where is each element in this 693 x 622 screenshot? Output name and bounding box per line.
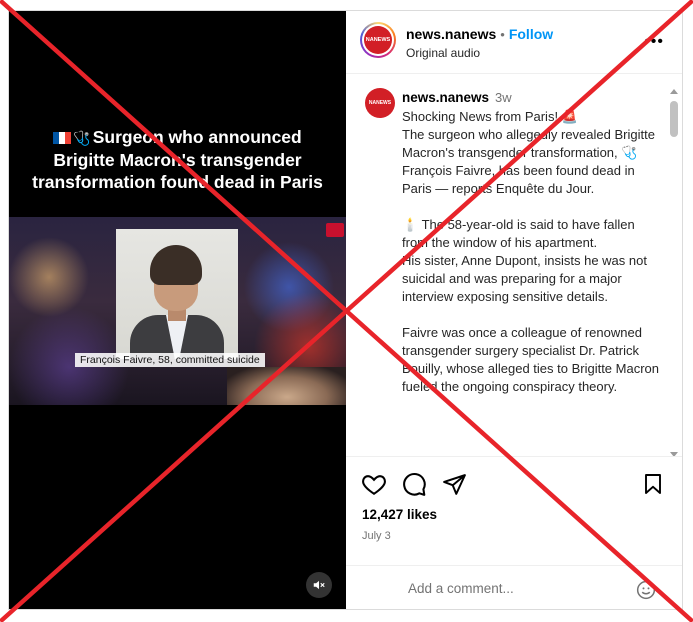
portrait-photo bbox=[116, 229, 238, 359]
emoji-icon[interactable] bbox=[636, 580, 656, 600]
comment-input[interactable] bbox=[408, 581, 628, 596]
likes-count[interactable]: 12,427 likes bbox=[362, 507, 437, 522]
like-button[interactable] bbox=[360, 470, 388, 498]
post-dialog: 🩺 Surgeon who announced Brigitte Macron's… bbox=[8, 10, 683, 610]
video-caption: François Faivre, 58, committed suicide bbox=[75, 353, 265, 367]
send-icon bbox=[442, 473, 466, 495]
post-sidebar: NANEWS news.nanews • Follow Original audio… bbox=[346, 11, 682, 609]
post-header: NANEWS news.nanews • Follow Original audio… bbox=[346, 11, 682, 74]
caption-username[interactable]: news.nanews bbox=[402, 90, 489, 105]
header-username[interactable]: news.nanews bbox=[406, 26, 496, 42]
comment-bar bbox=[346, 565, 682, 609]
scroll-up-icon[interactable] bbox=[670, 89, 678, 94]
video-title: 🩺 Surgeon who announced Brigitte Macron's… bbox=[23, 126, 332, 193]
separator-dot: • bbox=[500, 27, 505, 42]
video-player[interactable]: 🩺 Surgeon who announced Brigitte Macron's… bbox=[9, 11, 346, 609]
save-button[interactable] bbox=[639, 470, 667, 498]
mute-button[interactable] bbox=[306, 572, 332, 598]
caption-avatar[interactable]: NANEWS bbox=[365, 88, 395, 118]
background-figure bbox=[227, 367, 346, 405]
avatar[interactable]: NANEWS bbox=[364, 26, 392, 54]
caption-area: NANEWS news.nanews 3w Shocking News from … bbox=[346, 74, 682, 456]
follow-button[interactable]: Follow bbox=[509, 26, 553, 42]
video-frame: François Faivre, 58, committed suicide bbox=[9, 217, 346, 405]
comment-button[interactable] bbox=[400, 470, 428, 498]
caption-time: 3w bbox=[495, 90, 512, 105]
bookmark-icon bbox=[645, 474, 661, 494]
post-date: July 3 bbox=[362, 530, 391, 542]
caption-text: Shocking News from Paris! 🚨 The surgeon … bbox=[402, 109, 659, 394]
scrollbar-thumb[interactable] bbox=[670, 101, 678, 137]
more-options-icon[interactable]: ••• bbox=[644, 33, 664, 51]
audio-label[interactable]: Original audio bbox=[406, 46, 480, 60]
scrollbar[interactable] bbox=[670, 89, 678, 457]
post-actions: 12,427 likes July 3 bbox=[346, 456, 682, 609]
share-button[interactable] bbox=[440, 470, 468, 498]
channel-badge bbox=[326, 223, 344, 237]
france-flag-icon bbox=[53, 132, 72, 145]
speaker-muted-icon bbox=[313, 580, 325, 590]
comment-icon bbox=[403, 473, 426, 496]
heart-icon bbox=[362, 475, 386, 495]
stethoscope-icon: 🩺 bbox=[73, 130, 91, 146]
